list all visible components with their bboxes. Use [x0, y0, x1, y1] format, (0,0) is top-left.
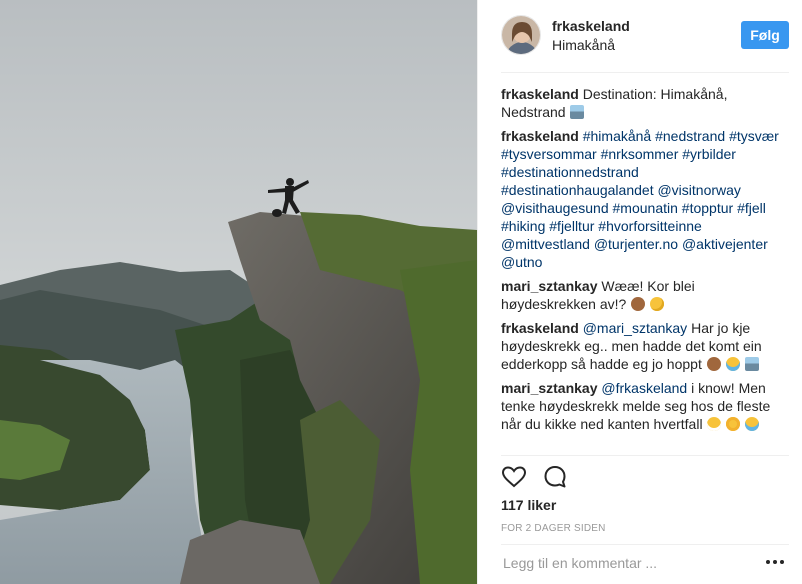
hashtag-comment: frkaskeland #himakånå #nedstrand #tysvær… [501, 127, 786, 271]
avatar[interactable] [501, 15, 541, 55]
avatar-image [502, 16, 540, 54]
hashtag-link[interactable]: #fjelltur [549, 218, 594, 234]
hashtag-link[interactable]: #tysversommar [501, 146, 597, 162]
see-no-evil-monkey-emoji-icon [631, 297, 646, 311]
hashtag-link[interactable]: #topptur [682, 200, 733, 216]
likes-count[interactable]: 117 liker [501, 497, 556, 513]
comment-input[interactable] [503, 555, 743, 571]
post-photo[interactable] [0, 0, 477, 584]
comment-username[interactable]: frkaskeland [501, 128, 579, 144]
mention-link[interactable]: @turjenter.no [594, 236, 678, 252]
follow-button[interactable]: Følg [741, 21, 789, 49]
more-options-icon[interactable] [765, 559, 785, 565]
mention-link[interactable]: @visithaugesund [501, 200, 609, 216]
hashtag-link[interactable]: #fjell [737, 200, 766, 216]
hashtag-link[interactable]: #himakånå [583, 128, 652, 144]
hashtag-link[interactable]: #hiking [501, 218, 545, 234]
post-location[interactable]: Himakånå [552, 37, 615, 53]
sweat-smile-emoji-icon [650, 297, 665, 311]
post-actions: 117 liker FOR 2 DAGER SIDEN [501, 455, 789, 575]
grimacing-emoji-icon [707, 417, 722, 431]
caption: frkaskeland Destination: Himakånå, Nedst… [501, 85, 786, 121]
comment-username[interactable]: frkaskeland [501, 86, 579, 102]
hashtag-link[interactable]: #nrksommer [601, 146, 679, 162]
post-header: frkaskeland Himakånå Følg [501, 13, 789, 73]
hashtag-link[interactable]: #nedstrand [655, 128, 725, 144]
mention-link[interactable]: @mari_sztankay [583, 320, 687, 336]
mention-link[interactable]: @aktivejenter [682, 236, 768, 252]
tears-of-joy-emoji-icon [725, 357, 740, 371]
post-timestamp[interactable]: FOR 2 DAGER SIDEN [501, 523, 606, 534]
comment-username[interactable]: mari_sztankay [501, 278, 598, 294]
mention-link[interactable]: @visitnorway [657, 182, 740, 198]
post-username[interactable]: frkaskeland [552, 18, 630, 34]
comments-list: frkaskeland Destination: Himakånå, Nedst… [501, 85, 786, 439]
add-comment-bar [501, 544, 789, 580]
landscape-photo [0, 0, 477, 584]
mountain-emoji-icon [570, 105, 585, 119]
heart-icon[interactable] [501, 464, 527, 490]
mountain-emoji-icon [744, 357, 759, 371]
hashtag-link[interactable]: #hvorforsitteinne [598, 218, 702, 234]
comment-item: frkaskeland @mari_sztankay Har jo kje hø… [501, 319, 786, 373]
hashtag-link[interactable]: #mounatin [613, 200, 678, 216]
flushed-emoji-icon [726, 417, 741, 431]
hashtag-link[interactable]: #yrbilder [682, 146, 736, 162]
comment-username[interactable]: mari_sztankay [501, 380, 598, 396]
mention-link[interactable]: @mittvestland [501, 236, 590, 252]
comment-item: mari_sztankay Wææ! Kor blei høydeskrekke… [501, 277, 786, 313]
hashtag-link[interactable]: #destinationhaugalandet [501, 182, 654, 198]
comment-username[interactable]: frkaskeland [501, 320, 579, 336]
post-details-panel: frkaskeland Himakånå Følg frkaskeland De… [477, 0, 802, 584]
mention-link[interactable]: @frkaskeland [601, 380, 687, 396]
tears-of-joy-emoji-icon [745, 417, 760, 431]
hashtag-link[interactable]: #tysvær [729, 128, 779, 144]
see-no-evil-monkey-emoji-icon [706, 357, 721, 371]
hashtag-link[interactable]: #destinationnedstrand [501, 164, 639, 180]
mention-link[interactable]: @utno [501, 254, 542, 270]
comment-item: mari_sztankay @frkaskeland i know! Men t… [501, 379, 786, 433]
comment-icon[interactable] [542, 464, 568, 490]
